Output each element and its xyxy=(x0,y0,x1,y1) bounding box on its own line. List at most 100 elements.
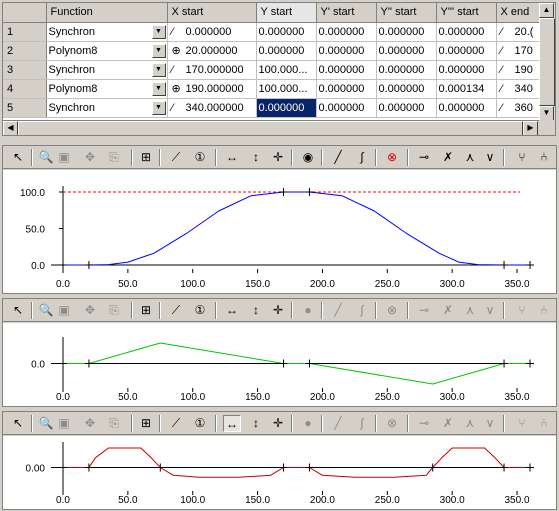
horizontal-segment-icon[interactable]: ⊸ xyxy=(415,415,433,432)
vertical-scrollbar[interactable]: ▲ ▼ xyxy=(539,3,555,121)
y2-start-cell[interactable]: 0.000000 xyxy=(376,60,437,80)
target-icon[interactable]: ◉ xyxy=(299,149,317,166)
y2-start-cell[interactable]: 0.000000 xyxy=(376,22,437,42)
zoom-icon[interactable]: 🔍 xyxy=(37,302,55,319)
move-icon[interactable]: ✛ xyxy=(269,149,287,166)
curve-tool-icon[interactable]: ∫ xyxy=(353,415,371,432)
y2-start-cell[interactable]: 0.000000 xyxy=(376,79,437,99)
merge-icon[interactable]: ⑃ xyxy=(535,415,553,432)
dropdown-arrow-icon[interactable]: ▼ xyxy=(151,100,166,115)
copy-chart-icon[interactable]: ⎘ xyxy=(105,149,123,166)
row-number[interactable]: 1 xyxy=(3,22,47,42)
table-row[interactable]: 2 Polynom8 ▼ ⊕ 20.000000 0.000000 0.000000… xyxy=(3,41,540,61)
y1-start-cell[interactable]: 0.000000 xyxy=(316,22,377,42)
y-start-cell[interactable]: 100.000... xyxy=(256,60,317,80)
peak-icon[interactable]: ⋏ xyxy=(461,415,479,432)
horizontal-segment-icon[interactable]: ⊸ xyxy=(415,149,433,166)
zoom-icon[interactable]: 🔍 xyxy=(37,149,55,166)
function-cell[interactable]: Polynom8 ▼ xyxy=(46,79,168,99)
horizontal-scroll-thumb[interactable] xyxy=(18,121,523,135)
x-start-cell[interactable]: ⁄ 340.000000 xyxy=(167,98,257,118)
fit-all-icon[interactable]: ⊞ xyxy=(137,302,155,319)
delete-point-icon[interactable]: ⊗ xyxy=(383,149,401,166)
split-icon[interactable]: ⑂ xyxy=(513,415,531,432)
dropdown-arrow-icon[interactable]: ▼ xyxy=(151,81,166,96)
fit-all-icon[interactable]: ⊞ xyxy=(137,415,155,432)
pan-icon[interactable]: ✥ xyxy=(81,302,99,319)
delete-point-icon[interactable]: ⊗ xyxy=(383,302,401,319)
cross-segment-icon[interactable]: ✗ xyxy=(439,149,457,166)
y-start-cell-selected[interactable]: 0.000000 xyxy=(256,98,317,118)
row-number[interactable]: 2 xyxy=(3,41,47,61)
cross-segment-icon[interactable]: ✗ xyxy=(439,302,457,319)
function-cell[interactable]: Synchron ▼ xyxy=(46,22,168,42)
split-icon[interactable]: ⑂ xyxy=(513,149,531,166)
horizontal-scrollbar[interactable]: ◀ ▶ xyxy=(3,120,539,135)
pan-icon[interactable]: ✥ xyxy=(81,415,99,432)
move-icon[interactable]: ✛ xyxy=(269,415,287,432)
copy-chart-icon[interactable]: ⎘ xyxy=(105,302,123,319)
line-tool-icon[interactable]: ╱ xyxy=(329,302,347,319)
fit-vertical-icon[interactable]: ↕ xyxy=(247,149,265,166)
zoom-icon[interactable]: 🔍 xyxy=(37,415,55,432)
curve-tool-icon[interactable]: ∫ xyxy=(353,149,371,166)
plot-area[interactable]: 0.0 50.0 100.0 150.0 200.0 250.0 300.0 350.0 0.0… xyxy=(3,170,556,293)
corner-header[interactable] xyxy=(3,3,47,23)
scroll-down-icon[interactable]: ▼ xyxy=(539,106,554,121)
x-end-cell[interactable]: ⁄ 170 xyxy=(496,41,540,61)
table-row[interactable]: 1 Synchron ▼ ⁄ 0.000000 0.000000 0.000000 … xyxy=(3,22,540,42)
plot-area[interactable]: 0.0 50.0 100.0 150.0 200.0 250.0 300.0 350.0 0.0… xyxy=(3,436,556,509)
horizontal-segment-icon[interactable]: ⊸ xyxy=(415,302,433,319)
fit-horizontal-icon[interactable]: ↔ xyxy=(223,415,241,432)
plot-area[interactable]: 0.0 50.0 100.0 150.0 200.0 250.0 300.0 350.0 0.0 xyxy=(3,323,556,406)
y3-start-cell[interactable]: 0.000000 xyxy=(436,98,497,118)
y-start-cell[interactable]: 100.000... xyxy=(256,79,317,99)
copy-chart-icon[interactable]: ⎘ xyxy=(105,415,123,432)
scroll-right-icon[interactable]: ▶ xyxy=(523,121,538,135)
pointer-icon[interactable]: ↖ xyxy=(9,302,27,319)
marker-one-icon[interactable]: ① xyxy=(191,149,209,166)
column-header-y2-start[interactable]: Y'' start xyxy=(376,3,437,23)
fit-vertical-icon[interactable]: ↕ xyxy=(247,302,265,319)
marker-one-icon[interactable]: ① xyxy=(191,415,209,432)
valley-icon[interactable]: ∨ xyxy=(481,149,499,166)
curve-tool-icon[interactable]: ∫ xyxy=(353,302,371,319)
zoom-window-icon[interactable]: ▣ xyxy=(55,302,73,319)
vertical-scroll-thumb[interactable] xyxy=(539,18,555,106)
fit-vertical-icon[interactable]: ↕ xyxy=(247,415,265,432)
line-tool-icon[interactable]: ╱ xyxy=(329,149,347,166)
scroll-left-icon[interactable]: ◀ xyxy=(3,121,18,135)
merge-icon[interactable]: ⑃ xyxy=(535,302,553,319)
slope-tool-icon[interactable]: ⟋ xyxy=(167,302,185,319)
function-cell[interactable]: Synchron ▼ xyxy=(46,60,168,80)
line-tool-icon[interactable]: ╱ xyxy=(329,415,347,432)
target-icon[interactable]: ● xyxy=(299,302,317,319)
x-start-cell[interactable]: ⁄ 0.000000 xyxy=(167,22,257,42)
column-header-y3-start[interactable]: Y''' start xyxy=(436,3,497,23)
y-start-cell[interactable]: 0.000000 xyxy=(256,22,317,42)
y2-start-cell[interactable]: 0.000000 xyxy=(376,98,437,118)
x-start-cell[interactable]: ⊕ 20.000000 xyxy=(167,41,257,61)
column-header-y-start[interactable]: Y start xyxy=(256,3,317,23)
x-start-cell[interactable]: ⊕ 190.000000 xyxy=(167,79,257,99)
y1-start-cell[interactable]: 0.000000 xyxy=(316,41,377,61)
y3-start-cell[interactable]: 0.000134 xyxy=(436,79,497,99)
split-icon[interactable]: ⑂ xyxy=(513,302,531,319)
y3-start-cell[interactable]: 0.000000 xyxy=(436,22,497,42)
dropdown-arrow-icon[interactable]: ▼ xyxy=(151,62,166,77)
cross-segment-icon[interactable]: ✗ xyxy=(439,415,457,432)
slope-tool-icon[interactable]: ⟋ xyxy=(167,415,185,432)
row-number[interactable]: 3 xyxy=(3,60,47,80)
y1-start-cell[interactable]: 0.000000 xyxy=(316,60,377,80)
x-start-cell[interactable]: ⁄ 170.000000 xyxy=(167,60,257,80)
row-number[interactable]: 4 xyxy=(3,79,47,99)
valley-icon[interactable]: ∨ xyxy=(481,415,499,432)
y-start-cell[interactable]: 0.000000 xyxy=(256,41,317,61)
x-end-cell[interactable]: ⁄ 20.( xyxy=(496,22,540,42)
y1-start-cell[interactable]: 0.000000 xyxy=(316,79,377,99)
table-row[interactable]: 3 Synchron ▼ ⁄ 170.000000 100.000... 0.000… xyxy=(3,60,540,80)
slope-tool-icon[interactable]: ⟋ xyxy=(167,149,185,166)
row-number[interactable]: 5 xyxy=(3,98,47,118)
pointer-icon[interactable]: ↖ xyxy=(9,415,27,432)
y1-start-cell[interactable]: 0.000000 xyxy=(316,98,377,118)
